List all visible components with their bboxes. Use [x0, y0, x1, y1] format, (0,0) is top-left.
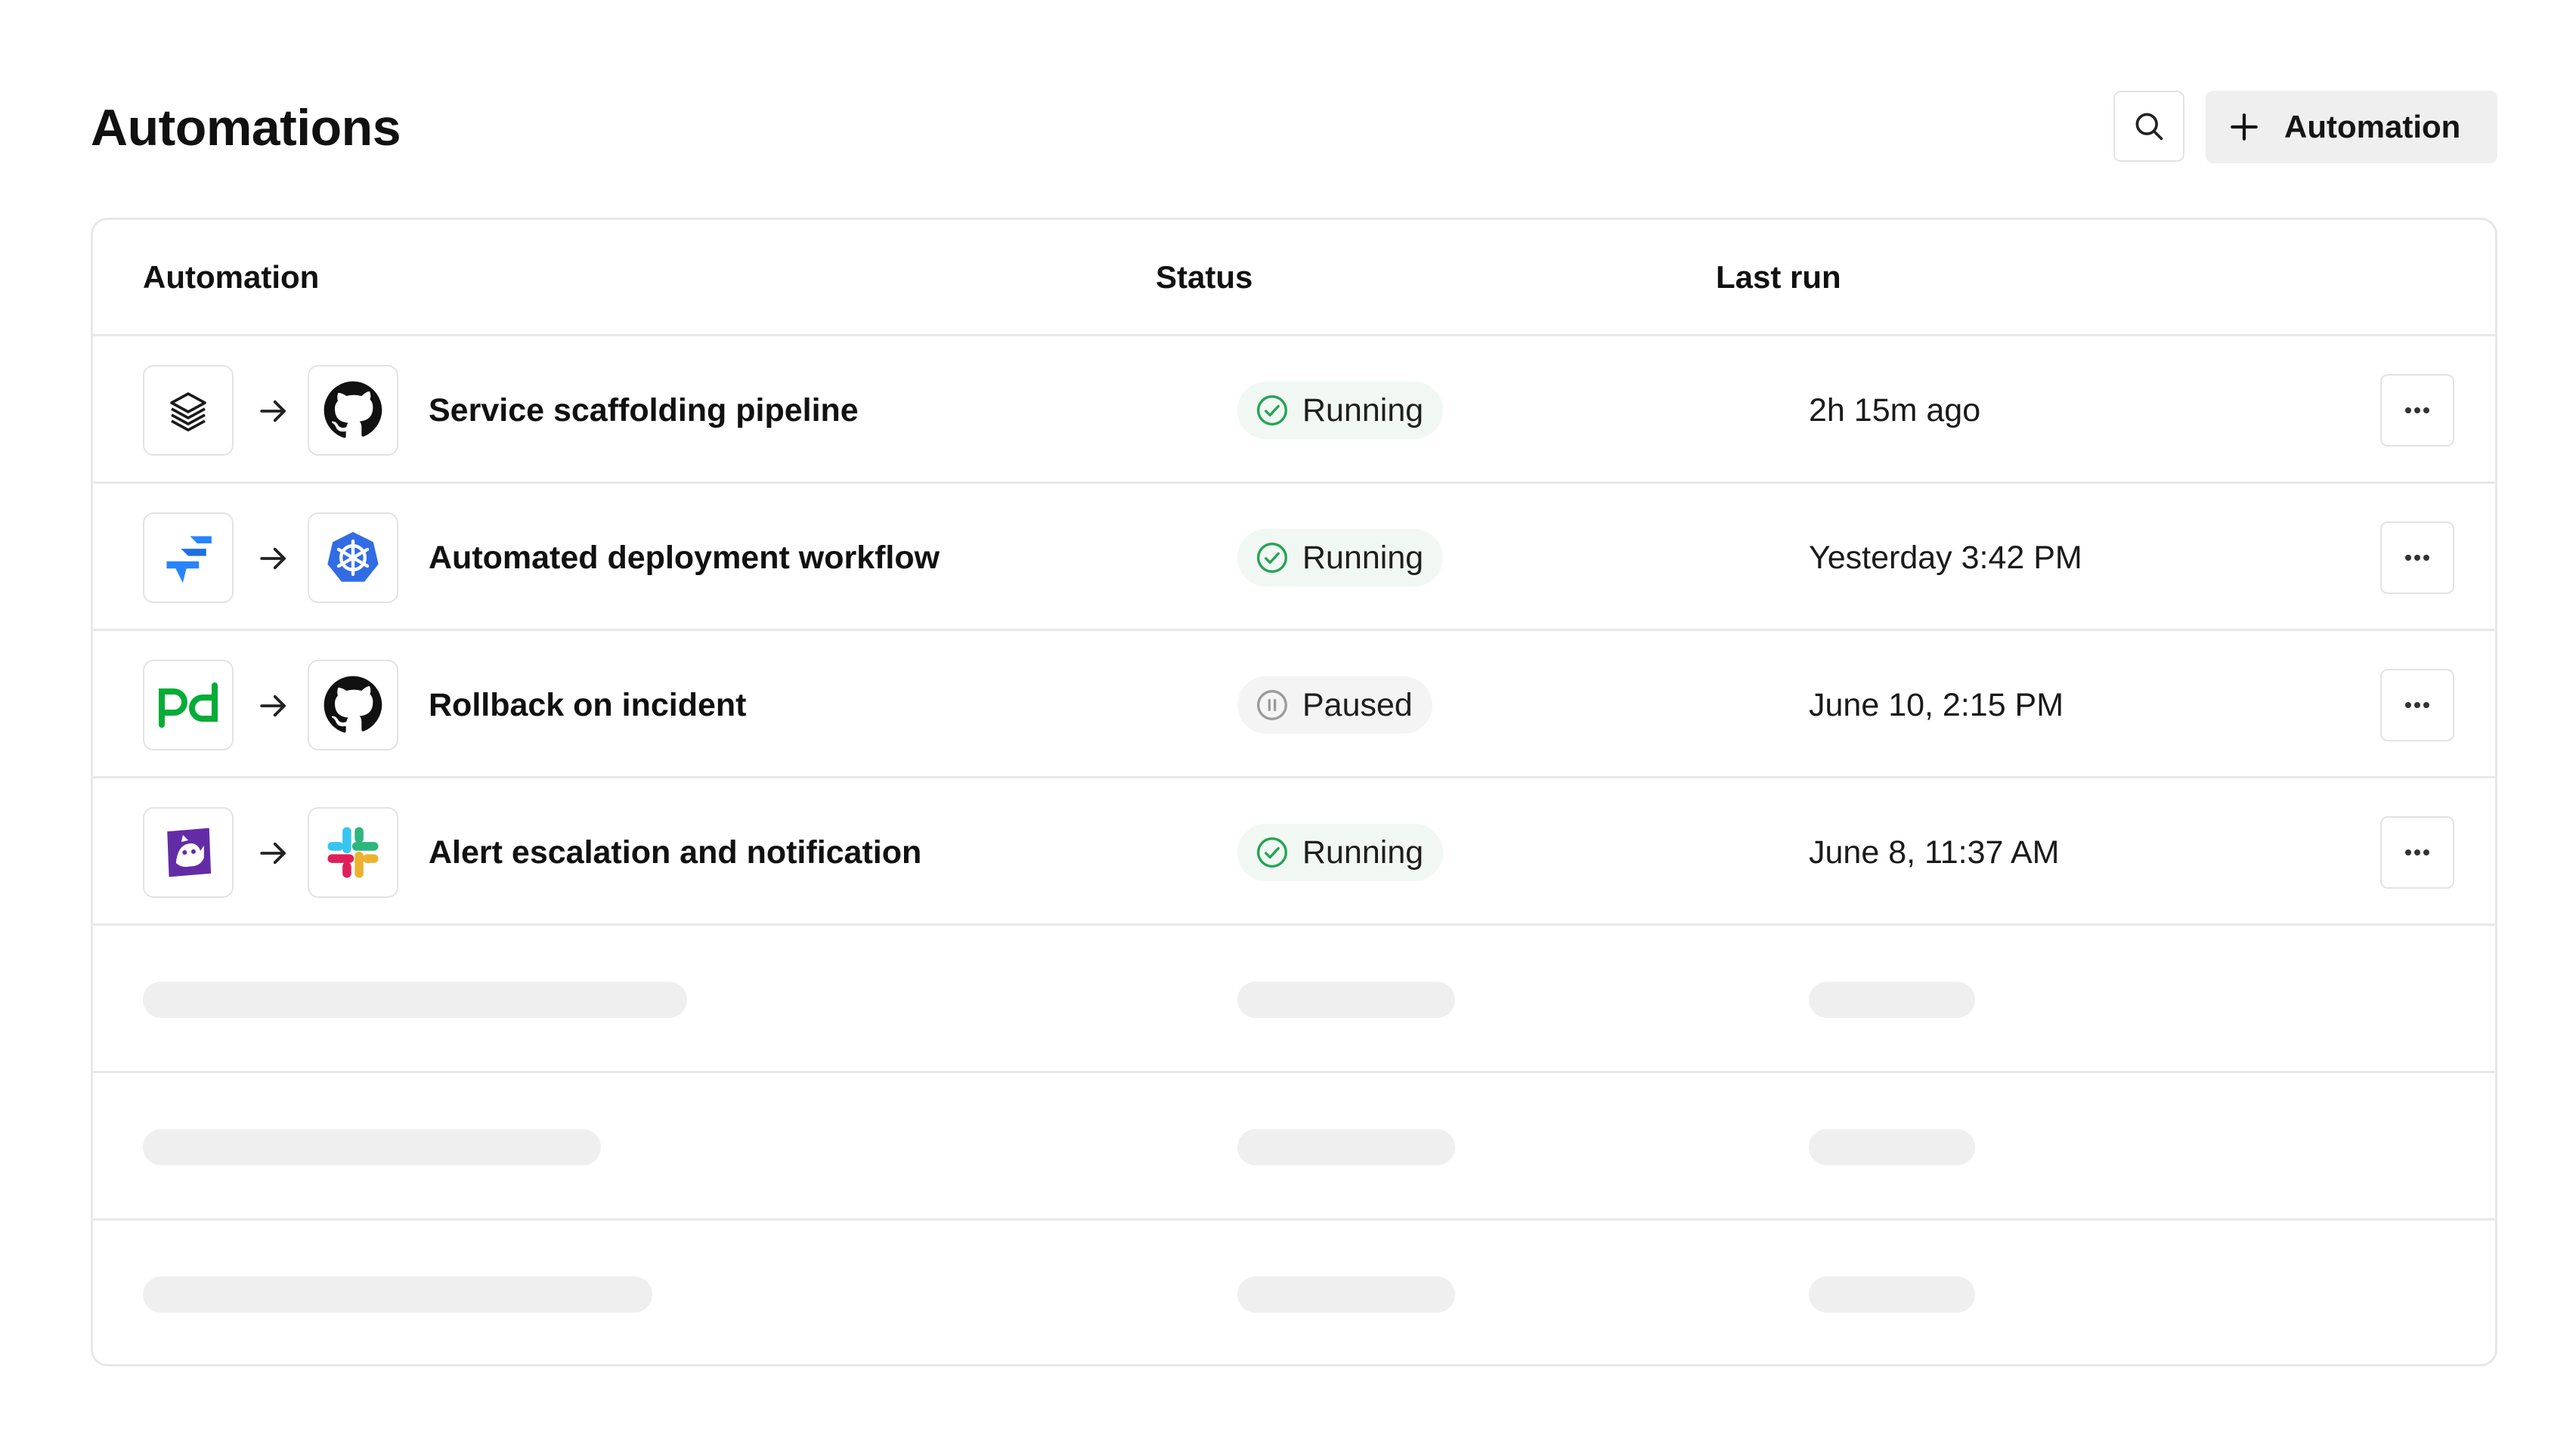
- pause-circle-icon: [1257, 690, 1287, 720]
- skeleton-bar: [143, 1276, 652, 1313]
- status-label: Paused: [1302, 687, 1413, 723]
- ellipsis-icon: [2405, 849, 2429, 855]
- search-button[interactable]: [2113, 91, 2184, 162]
- layers-stack-icon: [143, 365, 234, 456]
- skeleton-row: [93, 1221, 2495, 1364]
- status-badge: Running: [1237, 382, 1444, 439]
- automation-name[interactable]: Automated deployment workflow: [429, 538, 940, 577]
- skeleton-bar: [143, 1129, 601, 1165]
- status-badge: Running: [1237, 824, 1444, 881]
- column-header-automation[interactable]: Automation: [143, 258, 319, 297]
- search-icon: [2135, 113, 2163, 141]
- add-automation-button[interactable]: Automation: [2206, 91, 2497, 163]
- table-row[interactable]: Service scaffolding pipeline Running 2h …: [93, 336, 2495, 484]
- ellipsis-icon: [2405, 407, 2429, 413]
- table-header: Automation Status Last run: [93, 220, 2495, 336]
- automation-name[interactable]: Rollback on incident: [429, 685, 747, 725]
- skeleton-bar: [1237, 1129, 1455, 1165]
- more-actions-button[interactable]: [2380, 521, 2454, 594]
- more-actions-button[interactable]: [2380, 816, 2454, 889]
- table-row[interactable]: Rollback on incident Paused June 10, 2:1…: [93, 631, 2495, 778]
- table-row[interactable]: Alert escalation and notification Runnin…: [93, 778, 2495, 926]
- automation-name[interactable]: Alert escalation and notification: [429, 833, 921, 872]
- skeleton-bar: [1237, 982, 1455, 1018]
- automation-name[interactable]: Service scaffolding pipeline: [429, 391, 859, 430]
- github-icon: [308, 365, 398, 456]
- last-run-time: Yesterday 3:42 PM: [1809, 540, 2082, 576]
- column-header-status[interactable]: Status: [1156, 258, 1252, 297]
- skeleton-bar: [143, 982, 687, 1018]
- status-badge: Paused: [1237, 676, 1432, 734]
- automations-table: Automation Status Last run Service scaff…: [91, 218, 2497, 1366]
- page-title: Automations: [91, 99, 401, 156]
- last-run-time: June 10, 2:15 PM: [1809, 687, 2064, 723]
- skeleton-bar: [1809, 982, 1975, 1018]
- status-label: Running: [1302, 834, 1424, 871]
- ellipsis-icon: [2405, 702, 2429, 708]
- skeleton-bar: [1237, 1276, 1455, 1313]
- skeleton-row: [93, 926, 2495, 1073]
- add-automation-label: Automation: [2284, 109, 2461, 144]
- jira-icon: [143, 512, 234, 603]
- check-circle-icon: [1257, 837, 1287, 868]
- status-badge: Running: [1237, 529, 1444, 586]
- slack-icon: [308, 807, 398, 898]
- plus-icon: [2231, 113, 2258, 141]
- check-circle-icon: [1257, 395, 1287, 425]
- arrow-right-icon: [260, 547, 286, 570]
- more-actions-button[interactable]: [2380, 374, 2454, 447]
- table-row[interactable]: Automated deployment workflow Running Ye…: [93, 484, 2495, 631]
- more-actions-button[interactable]: [2380, 669, 2454, 741]
- last-run-time: June 8, 11:37 AM: [1809, 834, 2060, 871]
- skeleton-row: [93, 1073, 2495, 1221]
- pagerduty-icon: [143, 660, 234, 750]
- status-label: Running: [1302, 392, 1424, 428]
- column-header-last-run[interactable]: Last run: [1716, 258, 1841, 297]
- arrow-right-icon: [260, 842, 286, 865]
- datadog-icon: [143, 807, 234, 898]
- check-circle-icon: [1257, 543, 1287, 573]
- kubernetes-icon: [308, 512, 398, 603]
- github-icon: [308, 660, 398, 750]
- status-label: Running: [1302, 540, 1424, 576]
- skeleton-bar: [1809, 1276, 1975, 1313]
- last-run-time: 2h 15m ago: [1809, 392, 1981, 428]
- ellipsis-icon: [2405, 555, 2429, 561]
- skeleton-bar: [1809, 1129, 1975, 1165]
- arrow-right-icon: [260, 695, 286, 717]
- arrow-right-icon: [260, 400, 286, 422]
